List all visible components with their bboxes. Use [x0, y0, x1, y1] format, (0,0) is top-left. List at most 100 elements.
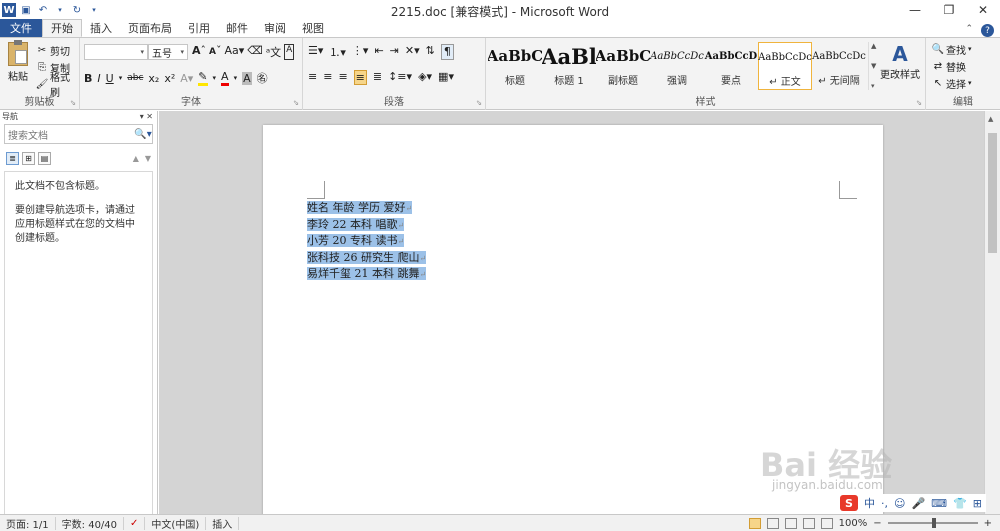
format-painter-button[interactable]: 🖌 格式刷 — [34, 73, 79, 99]
save-icon[interactable]: ▣ — [19, 3, 33, 17]
dialog-launcher-icon[interactable]: ⬂ — [916, 99, 922, 107]
strikethrough-icon[interactable]: abc — [127, 73, 143, 83]
font-color-icon[interactable]: A — [221, 70, 229, 86]
scroll-up-icon[interactable]: ▲ — [871, 42, 878, 50]
borders-icon[interactable]: ▦▾ — [438, 70, 454, 85]
shading-icon[interactable]: ◈▾ — [418, 70, 432, 85]
word-count[interactable]: 字数: 40/40 — [56, 516, 125, 531]
close-icon[interactable]: ✕ — [966, 0, 1000, 20]
char-shading-icon[interactable]: A — [242, 71, 252, 85]
word-icon[interactable]: W — [2, 3, 16, 17]
cut-button[interactable]: ✂ 剪切 — [34, 42, 79, 58]
zoom-slider-knob[interactable] — [931, 518, 936, 528]
dialog-launcher-icon[interactable]: ⬂ — [476, 99, 482, 107]
tab-mailings[interactable]: 邮件 — [218, 19, 256, 37]
nav-search-input[interactable]: 搜索文档 🔍▾ — [4, 124, 153, 144]
language-indicator[interactable]: 中文(中国) — [145, 516, 207, 531]
redo-icon[interactable]: ↻ — [70, 3, 84, 17]
full-reading-view-icon[interactable] — [766, 517, 779, 529]
zoom-level[interactable]: 100% — [839, 518, 868, 529]
tab-file[interactable]: 文件 — [0, 19, 42, 37]
bold-icon[interactable]: B — [84, 72, 92, 85]
nav-close-icon[interactable]: ▾ ✕ — [140, 112, 157, 121]
style-no-spacing[interactable]: AaBbCcDc ↵ 无间隔 — [812, 42, 866, 90]
shrink-font-icon[interactable]: Aˇ — [209, 44, 221, 60]
document-text[interactable]: 姓名 年龄 学历 爱好↵ 李玲 22 本科 唱歌↵ 小芳 20 专科 读书↵ 张… — [307, 200, 427, 283]
punctuation-icon[interactable]: ·, — [881, 497, 888, 510]
select-button[interactable]: ↖ 选择 ▾ — [930, 75, 974, 91]
pages-view-icon[interactable]: ⊞ — [22, 152, 35, 165]
tab-insert[interactable]: 插入 — [82, 19, 120, 37]
zoom-out-icon[interactable]: − — [873, 518, 881, 529]
show-marks-icon[interactable]: ¶ — [440, 44, 454, 60]
ime-mode[interactable]: 中 — [864, 495, 875, 511]
line-spacing-icon[interactable]: ↕≡▾ — [388, 70, 412, 85]
web-layout-view-icon[interactable] — [784, 517, 797, 529]
print-layout-view-icon[interactable] — [748, 517, 761, 529]
skin-icon[interactable]: 👕 — [953, 497, 967, 510]
chinese-layout-icon[interactable]: ✕▾ — [405, 44, 420, 60]
restore-icon[interactable]: ❐ — [932, 0, 966, 20]
phonetic-guide-icon[interactable]: ᵃ文 — [266, 44, 281, 60]
help-icon[interactable]: ? — [981, 24, 994, 37]
dialog-launcher-icon[interactable]: ⬂ — [293, 99, 299, 107]
nav-prev-icon[interactable]: ▲ — [133, 154, 139, 163]
nav-next-icon[interactable]: ▼ — [145, 154, 151, 163]
font-name-combo[interactable]: ▾ — [84, 44, 148, 60]
minimize-icon[interactable]: — — [898, 0, 932, 20]
vertical-scrollbar[interactable]: ▲ — [984, 111, 1000, 514]
bullets-icon[interactable]: ☰▾ — [308, 44, 323, 60]
draft-view-icon[interactable] — [820, 517, 833, 529]
numbering-icon[interactable]: ⒈▾ — [329, 44, 346, 60]
text-line[interactable]: 李玲 22 本科 唱歌↵ — [307, 217, 426, 234]
text-line[interactable]: 小芳 20 专科 读书↵ — [307, 233, 426, 250]
justify-icon[interactable]: ≡ — [353, 70, 367, 85]
align-right-icon[interactable]: ≡ — [338, 70, 347, 85]
style-emphasis[interactable]: AaBbCcDc 强调 — [650, 42, 704, 90]
headings-view-icon[interactable]: ≣ — [6, 152, 19, 165]
scroll-down-icon[interactable]: ▼ — [871, 62, 878, 70]
align-center-icon[interactable]: ≡ — [323, 70, 332, 85]
multilevel-list-icon[interactable]: ⋮▾ — [352, 44, 369, 60]
text-line[interactable]: 姓名 年龄 学历 爱好↵ — [307, 200, 426, 217]
font-size-combo[interactable]: 五号 ▾ — [148, 44, 188, 60]
emoji-icon[interactable]: ☺ — [894, 497, 905, 510]
insert-mode[interactable]: 插入 — [206, 516, 240, 531]
results-view-icon[interactable]: ▤ — [38, 152, 51, 165]
decrease-indent-icon[interactable]: ⇤ — [374, 44, 383, 60]
style-title[interactable]: AaBbC 标题 — [488, 42, 542, 90]
text-effects-icon[interactable]: A▾ — [180, 72, 193, 85]
tab-page-layout[interactable]: 页面布局 — [120, 19, 180, 37]
undo-icon[interactable]: ↶ — [36, 3, 50, 17]
highlight-icon[interactable]: ✎ — [198, 70, 208, 86]
zoom-slider[interactable] — [887, 518, 978, 528]
toolbox-icon[interactable]: ⊞ — [973, 497, 982, 510]
align-left-icon[interactable]: ≡ — [308, 70, 317, 85]
style-strong[interactable]: AaBbCcD 要点 — [704, 42, 758, 90]
text-line[interactable]: 易烊千玺 21 本科 跳舞↵ — [307, 266, 427, 283]
more-styles-icon[interactable]: ▾ — [871, 82, 878, 90]
paste-button[interactable]: 粘贴 — [5, 40, 31, 86]
char-border-icon[interactable]: A — [284, 44, 295, 60]
zoom-in-icon[interactable]: + — [984, 518, 992, 529]
change-case-icon[interactable]: Aa▾ — [224, 44, 244, 60]
tab-view[interactable]: 视图 — [294, 19, 332, 37]
sogou-logo-icon[interactable]: S — [840, 495, 858, 511]
italic-icon[interactable]: I — [97, 72, 100, 85]
tab-references[interactable]: 引用 — [180, 19, 218, 37]
find-button[interactable]: 🔍 查找 ▾ — [930, 41, 974, 57]
style-normal[interactable]: AaBbCcDc ↵ 正文 — [758, 42, 812, 90]
enclosed-char-icon[interactable]: ㊔ — [257, 70, 268, 86]
clear-format-icon[interactable]: ⌫ — [247, 44, 263, 60]
replace-button[interactable]: ⇄ 替换 — [930, 58, 974, 74]
subscript-icon[interactable]: x₂ — [148, 72, 159, 85]
underline-icon[interactable]: U — [106, 72, 114, 85]
page-count[interactable]: 页面: 1/1 — [0, 516, 56, 531]
microphone-icon[interactable]: 🎤 — [911, 497, 925, 510]
collapse-ribbon-icon[interactable]: ⌃ — [965, 24, 973, 37]
change-styles-button[interactable]: A 更改样式 — [880, 42, 920, 81]
style-subtitle[interactable]: AaBbC 副标题 — [596, 42, 650, 90]
customize-qat-icon[interactable]: ▾ — [87, 3, 101, 17]
dialog-launcher-icon[interactable]: ⬂ — [70, 99, 76, 107]
scroll-up-icon[interactable]: ▲ — [988, 115, 993, 123]
